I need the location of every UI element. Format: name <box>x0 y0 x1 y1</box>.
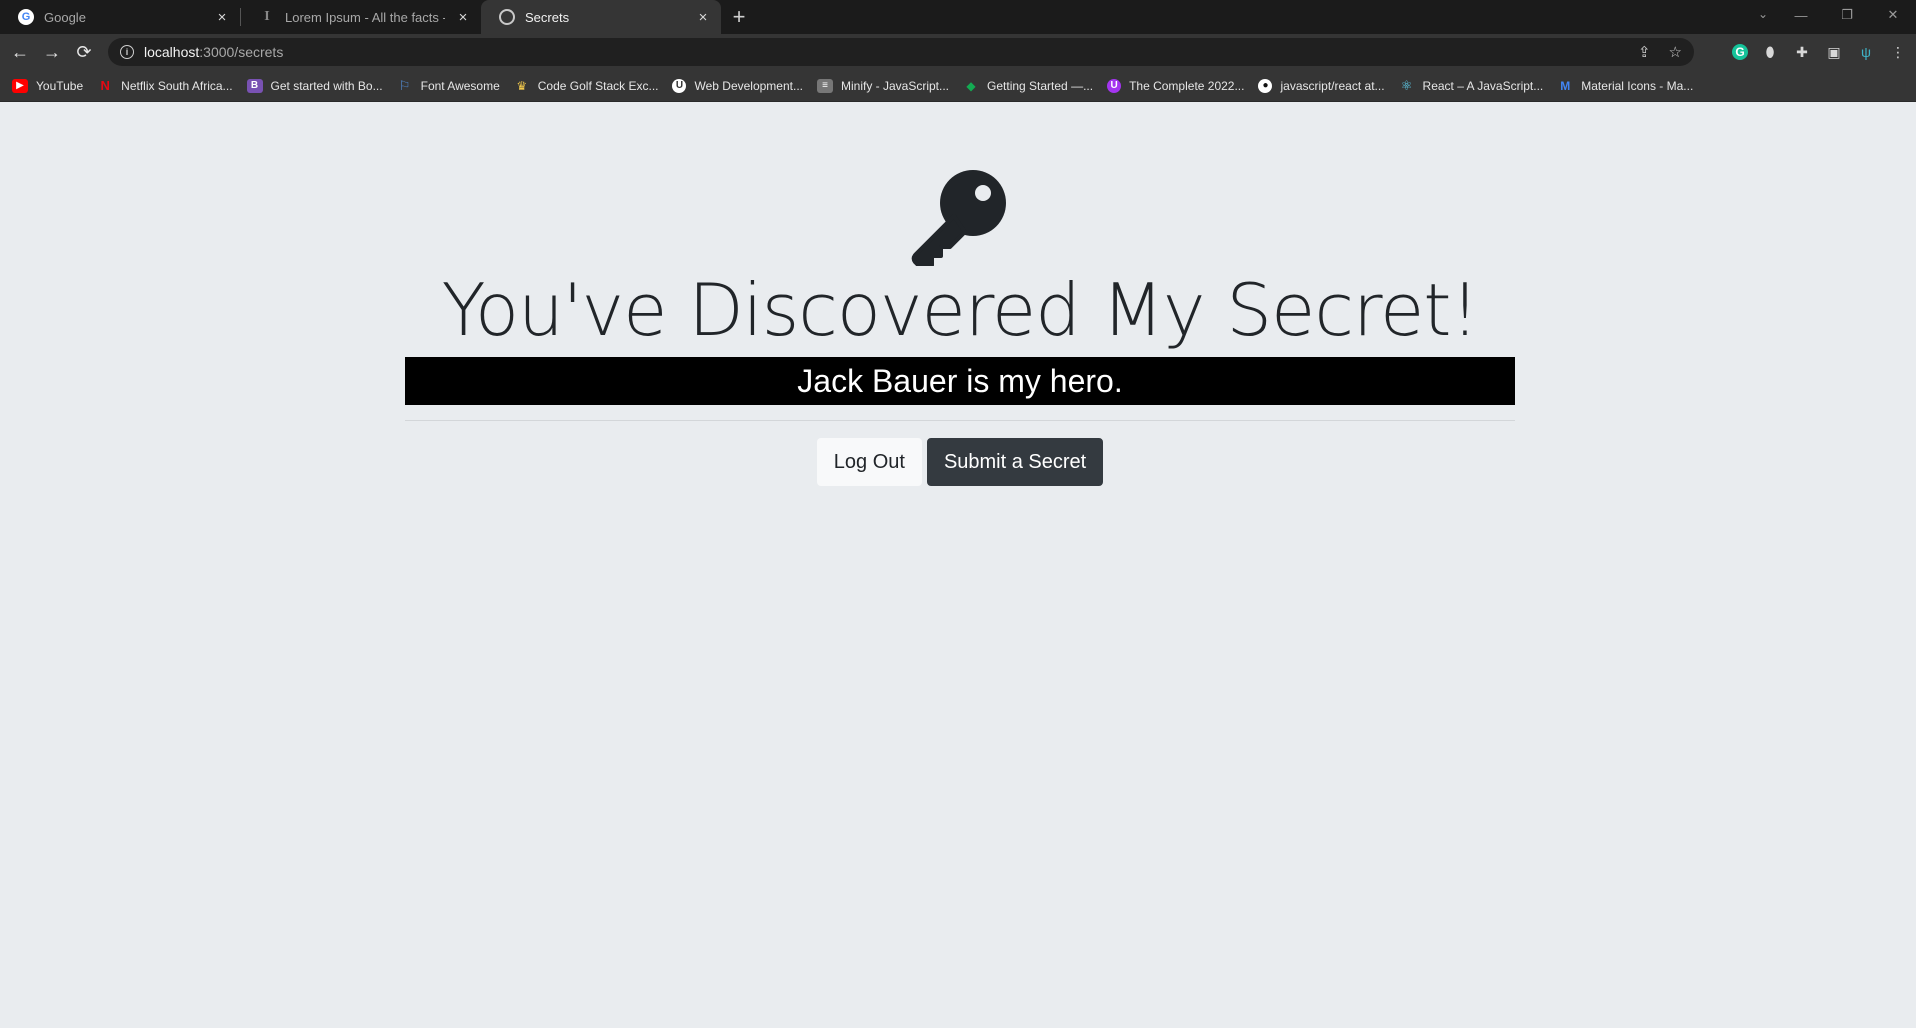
bookmark-label: Material Icons - Ma... <box>1581 78 1694 93</box>
tab-title: Google <box>44 9 86 25</box>
bookmark-label: Get started with Bo... <box>270 78 383 93</box>
bookmark-label: YouTube <box>36 78 84 93</box>
bookmark-minify[interactable]: ≡ Minify - JavaScript... <box>816 78 950 93</box>
page-body: You've Discovered My Secret! Jack Bauer … <box>0 102 1916 1028</box>
course-icon: U <box>1107 78 1122 93</box>
bookmark-complete-2022[interactable]: U The Complete 2022... <box>1107 78 1245 93</box>
bookmark-label: Code Golf Stack Exc... <box>537 78 659 93</box>
url-path: :3000/secrets <box>199 44 284 60</box>
secret-text: Jack Bauer is my hero. <box>405 357 1515 405</box>
bookmark-label: Web Development... <box>694 78 803 93</box>
bookmark-netflix[interactable]: N Netflix South Africa... <box>97 78 233 93</box>
back-icon[interactable]: ← <box>4 36 36 68</box>
bookmark-label: Getting Started —... <box>987 78 1094 93</box>
bookmark-label: The Complete 2022... <box>1129 78 1245 93</box>
bookmarks-bar: ▶ YouTube N Netflix South Africa... B Ge… <box>0 70 1916 102</box>
bookmark-getting-started[interactable]: ◆ Getting Started —... <box>963 79 1093 93</box>
tab-lorem-ipsum[interactable]: I Lorem Ipsum - All the facts - Lips × <box>241 0 481 34</box>
bookmark-github[interactable]: ● javascript/react at... <box>1258 78 1385 93</box>
reload-icon[interactable]: ⟳ <box>68 36 100 68</box>
tab-secrets[interactable]: Secrets × <box>481 0 721 34</box>
bookmark-web-development[interactable]: U Web Development... <box>672 78 803 93</box>
bootstrap-icon: B <box>246 78 263 93</box>
bookmark-youtube[interactable]: ▶ YouTube <box>12 78 84 93</box>
minify-icon: ≡ <box>816 78 833 93</box>
menu-icon[interactable]: ⋮ <box>1888 42 1908 62</box>
bookmark-label: Minify - JavaScript... <box>840 78 950 93</box>
stackexchange-icon: ♛ <box>516 78 528 93</box>
mongodb-icon: ◆ <box>966 78 976 93</box>
lipsum-icon: I <box>264 9 270 24</box>
bookmark-bootstrap[interactable]: B Get started with Bo... <box>246 78 383 93</box>
flag-icon: ⚐ <box>398 77 411 93</box>
bookmark-react[interactable]: ⚛ React – A JavaScript... <box>1399 77 1544 93</box>
page-title: You've Discovered My Secret! <box>441 268 1480 352</box>
bookmark-material-icons[interactable]: M Material Icons - Ma... <box>1557 79 1693 93</box>
window-controls: — ❐ ✕ <box>1778 0 1916 30</box>
bookmark-star-icon[interactable]: ☆ <box>1669 43 1682 61</box>
new-tab-button[interactable]: + <box>721 0 757 34</box>
site-info-icon[interactable]: i <box>120 45 134 59</box>
submit-secret-button[interactable]: Submit a Secret <box>926 438 1104 486</box>
globe-icon <box>499 9 515 25</box>
minimize-icon[interactable]: — <box>1778 0 1824 30</box>
puzzle-icon[interactable]: ✚ <box>1792 42 1812 62</box>
key-icon <box>911 170 1006 266</box>
netflix-icon: N <box>100 78 110 93</box>
github-icon: ● <box>1258 78 1273 93</box>
bookmark-label: React – A JavaScript... <box>1422 78 1544 93</box>
extensions-area: G ⬮ ✚ ▣ ψ ⋮ <box>1732 38 1908 66</box>
bookmark-label: Netflix South Africa... <box>121 78 233 93</box>
bookmark-label: Font Awesome <box>420 78 500 93</box>
udemy-icon: U <box>672 78 687 93</box>
tab-title: Lorem Ipsum - All the facts - Lips <box>285 9 445 25</box>
google-icon: G <box>18 9 34 25</box>
bookmark-font-awesome[interactable]: ⚐ Font Awesome <box>397 77 500 93</box>
tab-google[interactable]: G Google × <box>0 0 240 34</box>
youtube-icon: ▶ <box>12 78 28 93</box>
bookmark-code-golf[interactable]: ♛ Code Golf Stack Exc... <box>514 78 659 93</box>
material-icon: M <box>1560 78 1571 93</box>
grammarly-icon[interactable]: G <box>1732 44 1748 60</box>
button-group: Log Out Submit a Secret <box>405 438 1515 486</box>
side-panel-icon[interactable]: ▣ <box>1824 42 1844 62</box>
forward-icon[interactable]: → <box>36 36 68 68</box>
share-icon[interactable]: ⇪ <box>1638 43 1651 61</box>
tab-strip: G Google × I Lorem Ipsum - All the facts… <box>0 0 1916 34</box>
profile-icon[interactable]: ψ <box>1856 42 1876 62</box>
tab-title: Secrets <box>525 9 570 25</box>
react-icon: ⚛ <box>1400 77 1413 93</box>
close-icon[interactable]: × <box>695 9 711 26</box>
address-bar[interactable]: i localhost:3000/secrets ⇪ ☆ <box>108 38 1694 66</box>
url-host: localhost <box>144 44 200 60</box>
close-icon[interactable]: × <box>214 9 230 26</box>
logout-button[interactable]: Log Out <box>816 438 922 486</box>
bookmark-label: javascript/react at... <box>1280 78 1385 93</box>
close-window-icon[interactable]: ✕ <box>1870 0 1916 30</box>
close-icon[interactable]: × <box>455 9 471 26</box>
browser-toolbar: ← → ⟳ i localhost:3000/secrets ⇪ ☆ G ⬮ ✚… <box>0 34 1916 70</box>
restore-icon[interactable]: ❐ <box>1824 0 1870 30</box>
divider <box>405 420 1515 421</box>
extension-icon[interactable]: ⬮ <box>1760 42 1780 62</box>
chevron-down-icon[interactable]: ⌄ <box>1758 7 1768 21</box>
